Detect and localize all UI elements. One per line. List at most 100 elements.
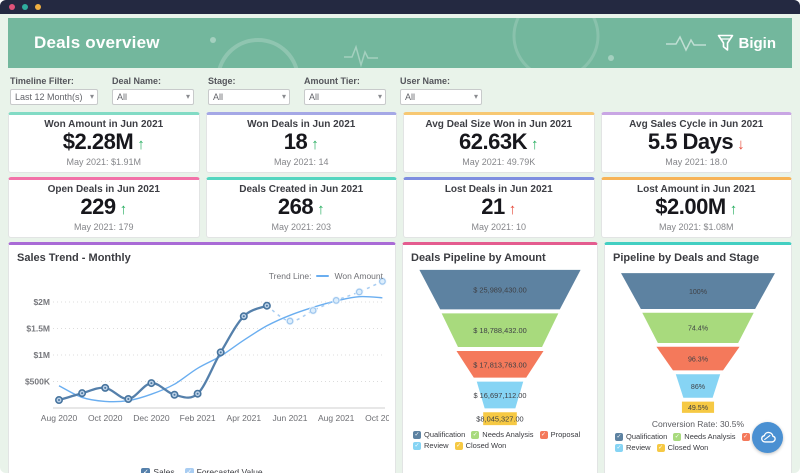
filter-label: Amount Tier: (304, 76, 386, 86)
legend-item-review[interactable]: ✓Review (615, 443, 651, 452)
filter-label: Timeline Filter: (10, 76, 98, 86)
window-close-dot[interactable] (9, 4, 15, 10)
kpi-value: $2.28M↑ (11, 130, 197, 157)
kpi-compare: May 2021: 14 (209, 157, 395, 167)
page-title: Deals overview (34, 33, 160, 53)
legend-item-qualification[interactable]: ✓Qualification (413, 430, 465, 439)
checkbox-checked-icon: ✓ (471, 431, 479, 439)
trend-down-icon: ↓ (737, 136, 745, 153)
trend-up-icon: ↑ (730, 201, 738, 218)
kpi-value: 229↑ (11, 195, 197, 222)
svg-text:86%: 86% (691, 383, 706, 391)
trend-up-icon: ↑ (137, 136, 145, 153)
pipeline-amount-legend: ✓Qualification ✓Needs Analysis ✓Proposal… (411, 430, 589, 450)
pulse-line-icon (666, 33, 712, 53)
kpi-grid: Won Amount in Jun 2021 $2.28M↑ May 2021:… (8, 112, 792, 238)
legend-item-sales[interactable]: ✓ Sales (141, 467, 174, 473)
kpi-compare: May 2021: 179 (11, 222, 197, 232)
legend-item-proposal[interactable]: ✓Proposal (540, 430, 581, 439)
checkbox-checked-icon: ✓ (673, 433, 681, 441)
legend-item-closed-won[interactable]: ✓Closed Won (455, 441, 507, 450)
checkbox-checked-icon: ✓ (413, 442, 421, 450)
svg-text:$ 18,788,432.00: $ 18,788,432.00 (473, 326, 527, 335)
svg-text:$500K: $500K (25, 377, 51, 387)
trend-line-legend: Trend Line: Won Amount (269, 271, 383, 281)
checkbox-checked-icon: ✓ (742, 433, 750, 441)
pipeline-by-amount-card: Deals Pipeline by Amount $ 25,989,430.00… (402, 242, 598, 473)
window-minimize-dot[interactable] (22, 4, 28, 10)
filter-bar: Timeline Filter: Last 12 Month(s)▾ Deal … (8, 76, 792, 105)
user-name-select[interactable]: All▾ (400, 89, 482, 105)
filter-deal-name: Deal Name: All▾ (112, 76, 194, 105)
charts-row: Sales Trend - Monthly Trend Line: Won Am… (8, 242, 792, 473)
svg-text:100%: 100% (689, 288, 708, 296)
trend-series-name: Won Amount (334, 271, 383, 281)
chat-support-button[interactable] (752, 422, 783, 453)
funnel-wrap: 100%74.4%96.3%86%49.5% (613, 269, 783, 418)
svg-text:74.4%: 74.4% (688, 325, 709, 333)
sales-trend-bottom-legend: ✓ Sales ✓ Forecasted Value (9, 467, 395, 473)
chart-title: Sales Trend - Monthly (17, 252, 387, 264)
svg-text:Oct 2021: Oct 2021 (365, 413, 389, 423)
kpi-compare: May 2021: $1.91M (11, 157, 197, 167)
svg-text:$ 17,813,763.00: $ 17,813,763.00 (473, 360, 527, 369)
checkbox-checked-icon: ✓ (141, 468, 150, 473)
kpi-won-deals: Won Deals in Jun 2021 18↑ May 2021: 14 (206, 112, 398, 173)
svg-text:$ 25,989,430.00: $ 25,989,430.00 (473, 286, 527, 295)
chart-title: Pipeline by Deals and Stage (613, 252, 783, 264)
svg-text:Jun 2021: Jun 2021 (273, 413, 308, 423)
stage-select[interactable]: All▾ (208, 89, 290, 105)
svg-text:Aug 2020: Aug 2020 (41, 413, 78, 423)
pipeline-by-stage-funnel: 100%74.4%96.3%86%49.5% (613, 269, 783, 418)
trend-up-icon: ↑ (531, 136, 539, 153)
kpi-value: 18↑ (209, 130, 395, 157)
kpi-lost-amount: Lost Amount in Jun 2021 $2.00M↑ May 2021… (601, 177, 793, 238)
checkbox-checked-icon: ✓ (540, 431, 548, 439)
brand-name: Bigin (739, 35, 777, 52)
legend-item-qualification[interactable]: ✓Qualification (615, 432, 667, 441)
trend-line-swatch (316, 275, 329, 277)
kpi-avg-deal-size: Avg Deal Size Won in Jun 2021 62.63K↑ Ma… (403, 112, 595, 173)
kpi-value: 62.63K↑ (406, 130, 592, 157)
legend-item-review[interactable]: ✓Review (413, 441, 449, 450)
checkbox-checked-icon: ✓ (455, 442, 463, 450)
svg-text:$1M: $1M (33, 350, 50, 360)
svg-text:$8,045,327.00: $8,045,327.00 (476, 415, 523, 424)
svg-text:$ 16,697,112.00: $ 16,697,112.00 (474, 391, 527, 400)
pipeline-by-amount-funnel: $ 25,989,430.00 $ 18,788,432.00 $ 17,813,7… (411, 269, 589, 427)
legend-item-closed-won[interactable]: ✓Closed Won (657, 443, 709, 452)
kpi-deals-created: Deals Created in Jun 2021 268↑ May 2021:… (206, 177, 398, 238)
chevron-down-icon: ▾ (282, 90, 286, 104)
legend-item-needs-analysis[interactable]: ✓Needs Analysis (471, 430, 533, 439)
chevron-down-icon: ▾ (186, 90, 190, 104)
chevron-down-icon: ▾ (90, 90, 94, 104)
svg-text:Aug 2021: Aug 2021 (318, 413, 355, 423)
filter-amount-tier: Amount Tier: All▾ (304, 76, 386, 105)
trend-legend-label: Trend Line: (269, 271, 312, 281)
kpi-value: 21↑ (406, 195, 592, 222)
kpi-compare: May 2021: 10 (406, 222, 592, 232)
svg-text:49.5%: 49.5% (688, 404, 709, 412)
legend-item-needs-analysis[interactable]: ✓Needs Analysis (673, 432, 735, 441)
legend-item-forecasted-value[interactable]: ✓ Forecasted Value (185, 467, 263, 473)
filter-timeline: Timeline Filter: Last 12 Month(s)▾ (10, 76, 98, 105)
kpi-compare: May 2021: $1.08M (604, 222, 790, 232)
amount-tier-select[interactable]: All▾ (304, 89, 386, 105)
filter-label: Stage: (208, 76, 290, 86)
svg-text:Apr 2021: Apr 2021 (227, 413, 262, 423)
page-header: Deals overview Bigin (8, 18, 792, 68)
kpi-value: 5.5 Days↓ (604, 130, 790, 157)
window-maximize-dot[interactable] (35, 4, 41, 10)
chat-cloud-icon (758, 428, 777, 447)
app-window: Deals overview Bigin Timeline Filter: La… (0, 0, 800, 473)
svg-text:Oct 2020: Oct 2020 (88, 413, 123, 423)
trend-up-icon: ↑ (311, 136, 319, 153)
timeline-filter-select[interactable]: Last 12 Month(s)▾ (10, 89, 98, 105)
deal-name-select[interactable]: All▾ (112, 89, 194, 105)
filter-stage: Stage: All▾ (208, 76, 290, 105)
chevron-down-icon: ▾ (474, 90, 478, 104)
kpi-value: $2.00M↑ (604, 195, 790, 222)
filter-label: Deal Name: (112, 76, 194, 86)
kpi-avg-sales-cycle: Avg Sales Cycle in Jun 2021 5.5 Days↓ Ma… (601, 112, 793, 173)
svg-text:Feb 2021: Feb 2021 (180, 413, 216, 423)
